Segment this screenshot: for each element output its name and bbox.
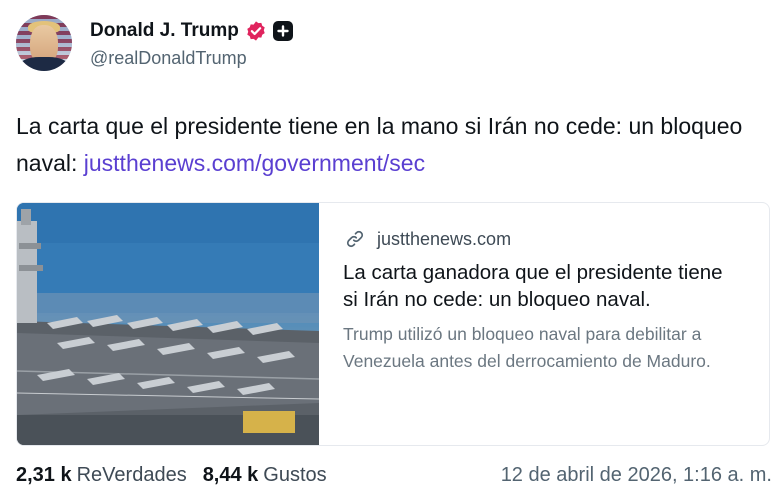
likes-count: 8,44 k: [202, 463, 259, 486]
likes-stat[interactable]: 8,44 k Gustos: [203, 464, 327, 487]
verified-badge-icon: [247, 20, 265, 41]
link-icon: [346, 230, 364, 248]
retruths-label: ReVerdades: [76, 463, 187, 486]
card-domain-row: justthenews.com: [343, 227, 745, 251]
retruths-stat[interactable]: 2,31 k ReVerdades: [16, 464, 187, 487]
retruths-count: 2,31 k: [16, 463, 72, 486]
post-header: Donald J. Trump @realDonaldTrump: [16, 14, 293, 72]
card-domain: justthenews.com: [377, 228, 512, 249]
post-footer: 2,31 k ReVerdades 8,44 k Gustos 12 de ab…: [16, 460, 772, 490]
likes-label: Gustos: [263, 463, 327, 486]
card-description: Trump utilizó un bloqueo naval para debi…: [343, 324, 711, 371]
author-identity: Donald J. Trump @realDonaldTrump: [90, 18, 293, 69]
post-link[interactable]: justthenews.com/government/sec: [84, 150, 425, 176]
avatar[interactable]: [16, 15, 72, 71]
post-timestamp[interactable]: 12 de abril de 2026, 1:16 a. m.: [501, 464, 772, 487]
subscriber-plus-icon: [272, 20, 293, 41]
card-body: justthenews.com La carta ganadora que el…: [319, 203, 769, 445]
author-name[interactable]: Donald J. Trump: [90, 20, 239, 42]
post-body: La carta que el presidente tiene en la m…: [16, 108, 766, 182]
author-handle[interactable]: @realDonaldTrump: [90, 48, 293, 69]
aircraft-carrier-photo[interactable]: [17, 203, 319, 445]
card-title: La carta ganadora que el presidente tien…: [343, 261, 723, 311]
link-preview-card[interactable]: justthenews.com La carta ganadora que el…: [16, 202, 770, 446]
